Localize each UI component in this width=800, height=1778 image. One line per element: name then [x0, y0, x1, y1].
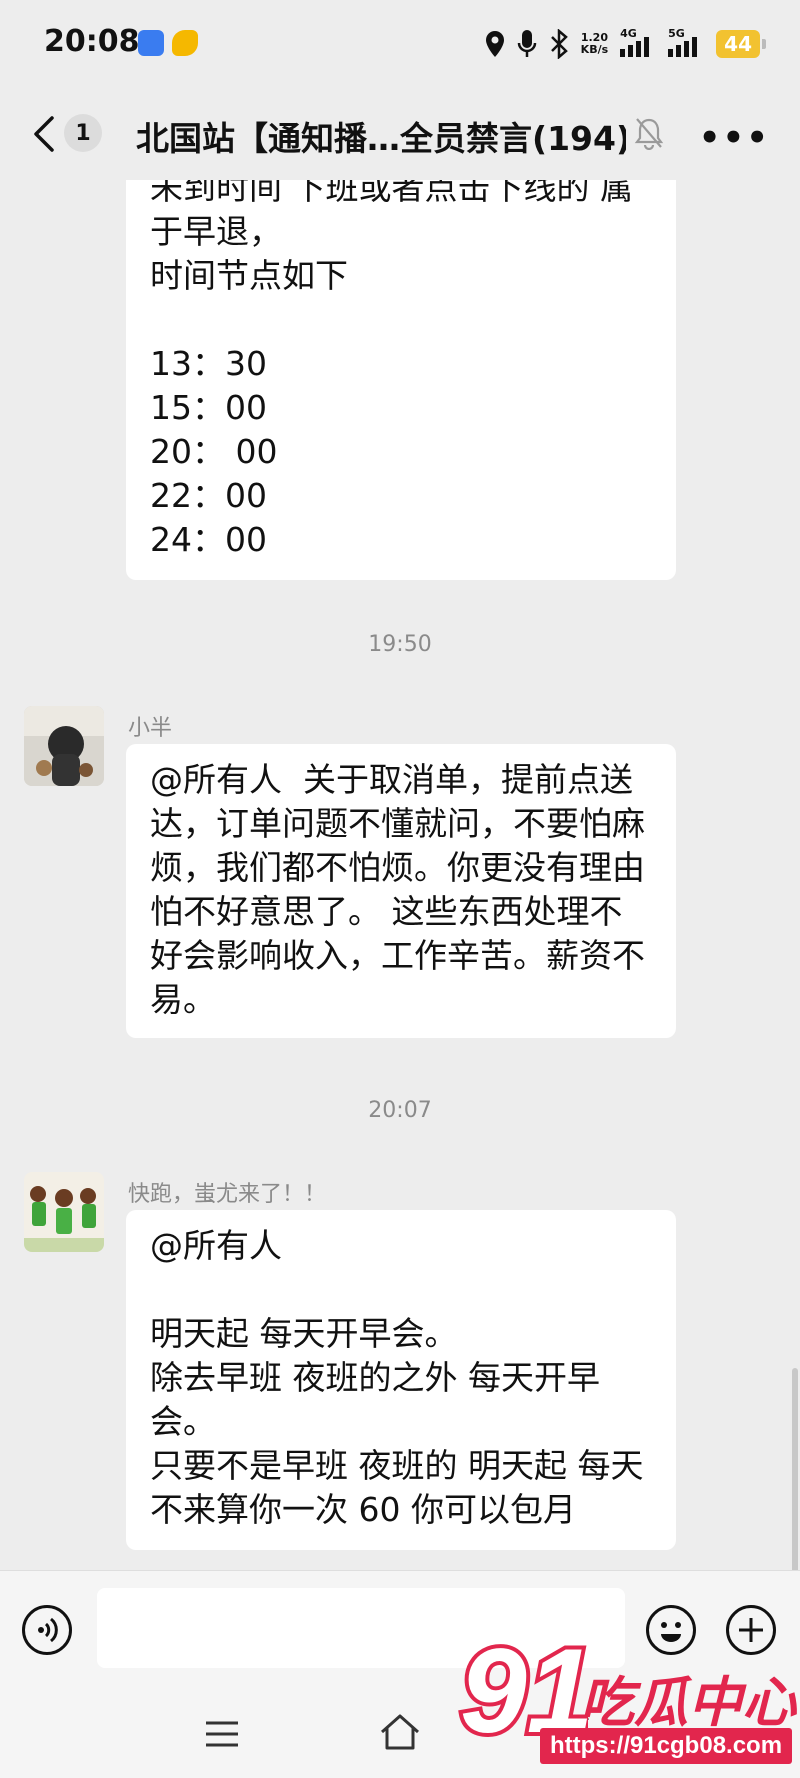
chat-title[interactable]: 北国站【通知播…全员禁言(194) [136, 112, 626, 160]
timestamp: 20:07 [368, 1098, 432, 1123]
chat-header: 1 北国站【通知播…全员禁言(194) ••• [0, 88, 800, 180]
site-watermark: 91 吃瓜中心 https://91cgb08.com [458, 1616, 798, 1772]
signal-icon: 4G [620, 27, 656, 57]
unread-count-badge[interactable]: 1 [64, 114, 102, 152]
clock: 20:08 [44, 24, 140, 59]
mic-icon [517, 30, 536, 57]
watermark-name: 吃瓜中心 [580, 1671, 796, 1734]
bluetooth-icon [550, 29, 568, 59]
status-bar: 20:08 1.20 KB/s 4G 5G 44 [0, 0, 800, 88]
timestamp: 19:50 [368, 632, 432, 657]
back-icon[interactable] [30, 114, 60, 154]
voice-icon[interactable] [22, 1605, 72, 1655]
mute-bell-icon [634, 118, 664, 150]
message-list[interactable]: 未到时间 下班或者点击下线的 属 于早退， 时间节点如下 13：30 15：00… [0, 180, 800, 1570]
more-icon[interactable]: ••• [699, 118, 770, 158]
battery-icon: 44 [716, 30, 766, 58]
menu-icon[interactable] [204, 1718, 240, 1750]
avatar[interactable] [24, 1172, 104, 1252]
message-bubble[interactable]: @所有人 明天起 每天开早会。 除去早班 夜班的之外 每天开早 会。 只要不是早… [126, 1210, 676, 1550]
app-notification-icon [172, 30, 198, 56]
sender-name: 小半 [128, 716, 173, 741]
avatar[interactable] [24, 706, 104, 786]
message-bubble[interactable]: @所有人 关于取消单，提前点送 达，订单问题不懂就问，不要怕麻 烦，我们都不怕烦… [126, 744, 676, 1038]
scrollbar[interactable] [792, 1368, 798, 1578]
location-icon [485, 31, 504, 57]
signal-icon: 5G [668, 27, 704, 57]
app-notification-icon [138, 30, 164, 56]
network-speed: 1.20 KB/s [580, 31, 609, 56]
message-bubble[interactable]: 未到时间 下班或者点击下线的 属 于早退， 时间节点如下 13：30 15：00… [126, 180, 676, 580]
home-icon[interactable] [378, 1712, 422, 1752]
watermark-url: https://91cgb08.com [540, 1728, 793, 1764]
sender-name: 快跑，蚩尤来了！！ [128, 1182, 327, 1207]
